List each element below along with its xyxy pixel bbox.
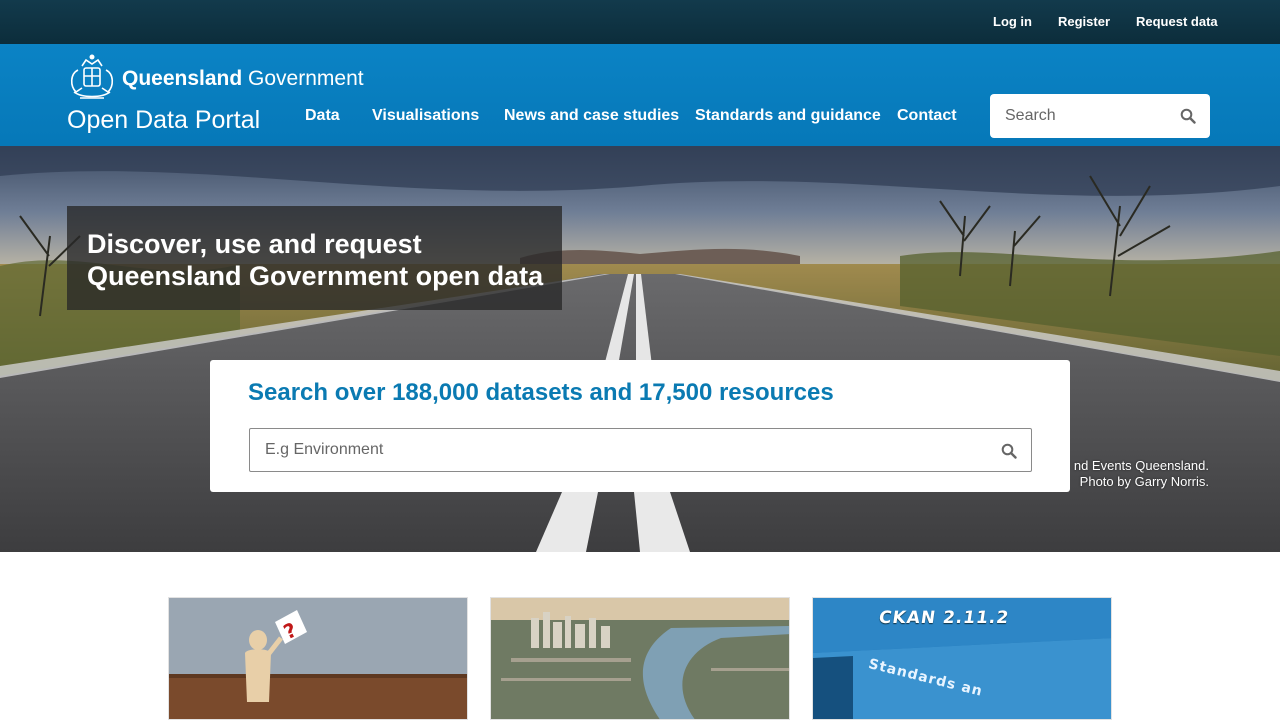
header-search [990, 94, 1210, 138]
question-sign-figure-image: ? [169, 598, 467, 719]
photo-credit-line2: Photo by Garry Norris. [1079, 474, 1209, 489]
search-heading: Search over 188,000 datasets and 17,500 … [248, 379, 834, 406]
utility-bar: Log in Register Request data [0, 0, 1280, 44]
site-header: Queensland Government Open Data Portal D… [0, 44, 1280, 146]
hero-title-box: Discover, use and request Queensland Gov… [67, 206, 562, 310]
feature-card-city[interactable] [490, 597, 790, 720]
nav-visualisations[interactable]: Visualisations [372, 107, 479, 125]
hero-banner: Discover, use and request Queensland Gov… [0, 146, 1280, 552]
nav-news-case-studies[interactable]: News and case studies [504, 107, 679, 125]
search-icon[interactable] [1180, 108, 1196, 124]
government-name: Queensland Government [122, 67, 364, 91]
nav-contact[interactable]: Contact [897, 107, 957, 125]
nav-data[interactable]: Data [305, 107, 340, 125]
ckan-version-text: CKAN 2.11.2 [877, 608, 1011, 628]
search-icon[interactable] [1001, 443, 1017, 459]
dataset-search-input[interactable] [250, 429, 990, 471]
feature-card-standards[interactable]: CKAN 2.11.2 Standards an [812, 597, 1112, 720]
gov-name-bold: Queensland [122, 67, 243, 90]
photo-credit-line1: nd Events Queensland. [1073, 458, 1209, 473]
portal-title[interactable]: Open Data Portal [67, 106, 260, 135]
header-search-input[interactable] [990, 94, 1170, 138]
register-link[interactable]: Register [1058, 14, 1110, 29]
feature-card-request[interactable]: ? [168, 597, 468, 720]
request-data-link[interactable]: Request data [1136, 14, 1218, 29]
queensland-crest-logo[interactable] [66, 52, 118, 104]
dataset-search [249, 428, 1032, 472]
gov-name-rest: Government [248, 67, 364, 90]
login-link[interactable]: Log in [993, 14, 1032, 29]
dataset-search-card: Search over 188,000 datasets and 17,500 … [210, 360, 1070, 492]
photo-credit: nd Events Queensland. Photo by Garry Nor… [1066, 458, 1209, 490]
hero-title: Discover, use and request Queensland Gov… [87, 229, 544, 291]
nav-standards-guidance[interactable]: Standards and guidance [695, 107, 881, 125]
brisbane-aerial-image [491, 598, 789, 719]
